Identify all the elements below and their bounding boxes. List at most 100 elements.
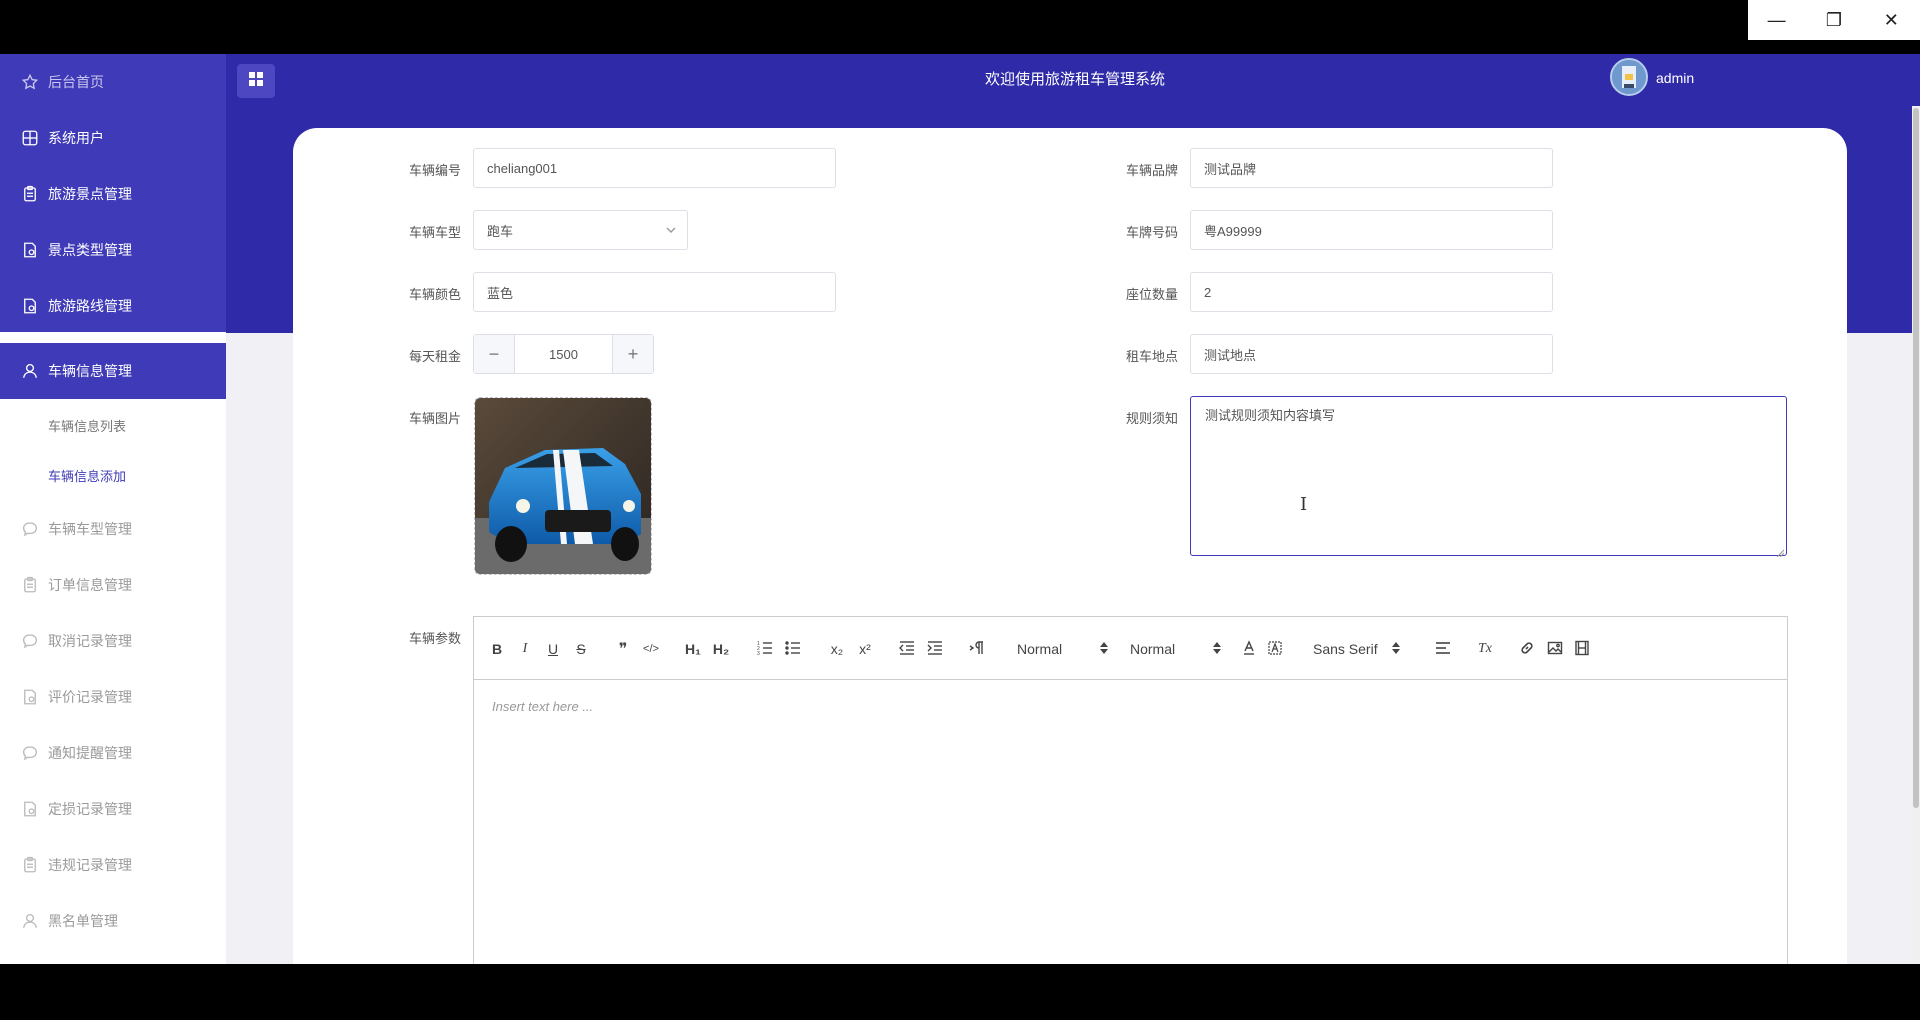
chat-icon [20, 519, 40, 539]
h1-button[interactable]: H₁ [682, 639, 704, 659]
submenu-vehicle-list[interactable]: 车辆信息列表 [48, 416, 126, 435]
input-value: cheliang001 [487, 160, 558, 176]
image-icon [1547, 640, 1563, 659]
scrollbar-thumb[interactable] [1913, 108, 1919, 808]
resize-grip-icon[interactable] [1776, 545, 1785, 558]
header-select[interactable]: Normal [1017, 639, 1109, 659]
rental-location-input[interactable]: 测试地点 [1190, 334, 1553, 374]
paragraph-direction-icon [969, 640, 985, 659]
blockquote-button[interactable]: ❞ [612, 639, 634, 659]
increment-button[interactable]: + [613, 335, 653, 373]
sidebar-item-label: 黑名单管理 [48, 913, 118, 929]
close-window-button[interactable]: ✕ [1863, 0, 1920, 40]
submenu-vehicle-add[interactable]: 车辆信息添加 [48, 466, 126, 485]
sidebar-item-spot-types[interactable]: 景点类型管理 [0, 222, 226, 278]
avatar[interactable] [1610, 58, 1648, 96]
taskbar [0, 964, 1920, 1020]
sidebar-item-routes[interactable]: 旅游路线管理 [0, 278, 226, 334]
restore-button[interactable]: ❐ [1805, 0, 1862, 40]
car-type-select[interactable]: 跑车 [473, 210, 688, 250]
minimize-button[interactable]: — [1748, 0, 1805, 40]
sidebar-item-reviews[interactable]: 评价记录管理 [0, 669, 226, 725]
h2-button[interactable]: H₂ [710, 639, 732, 659]
sidebar-item-label: 定损记录管理 [48, 801, 132, 817]
sidebar-item-label: 后台首页 [48, 74, 104, 90]
app-window: 后台首页 系统用户 旅游景点管理 景点类型管理 旅游路线管理 车辆信息管理 车辆… [0, 54, 1920, 964]
editor-placeholder[interactable]: Insert text here ... [492, 699, 593, 714]
daily-rent-stepper[interactable]: − 1500 + [473, 334, 654, 374]
text-direction-button[interactable] [966, 639, 988, 659]
rules-label: 规则须知 [1125, 411, 1178, 426]
vehicle-image-upload[interactable] [474, 397, 652, 575]
sidebar-item-system-users[interactable]: 系统用户 [0, 110, 226, 166]
italic-button[interactable]: I [514, 639, 536, 659]
vehicle-no-label: 车辆编号 [408, 163, 461, 178]
sidebar-item-label: 车辆车型管理 [48, 521, 132, 537]
sidebar-item-vehicle-types[interactable]: 车辆车型管理 [0, 501, 226, 557]
input-value: 粤A99999 [1204, 223, 1262, 239]
vehicle-no-input[interactable]: cheliang001 [473, 148, 836, 188]
clear-format-button[interactable]: Tx [1474, 639, 1496, 659]
clipboard-icon [20, 855, 40, 875]
svg-text:3: 3 [757, 651, 760, 656]
code-block-button[interactable]: </> [640, 639, 662, 659]
font-color-button[interactable] [1238, 639, 1260, 659]
align-left-icon [1435, 640, 1451, 659]
color-input[interactable]: 蓝色 [473, 272, 836, 312]
car-photo [475, 398, 651, 574]
highlight-icon [1267, 640, 1283, 659]
decrement-button[interactable]: − [474, 335, 514, 373]
sidebar-item-damage-records[interactable]: 定损记录管理 [0, 781, 226, 837]
background-color-button[interactable] [1264, 639, 1286, 659]
sidebar-item-home[interactable]: 后台首页 [0, 54, 226, 110]
sidebar-item-vehicle-info[interactable]: 车辆信息管理 [0, 343, 226, 399]
image-button[interactable] [1544, 639, 1566, 659]
sidebar-item-label: 车辆信息管理 [48, 363, 132, 379]
indent-button[interactable] [924, 639, 946, 659]
brand-input[interactable]: 测试品牌 [1190, 148, 1553, 188]
font-color-icon [1241, 639, 1257, 659]
seats-label: 座位数量 [1125, 287, 1178, 302]
rules-textarea[interactable]: 测试规则须知内容填写 [1190, 396, 1787, 558]
font-family-select[interactable]: Sans Serif [1313, 639, 1413, 659]
clipboard-icon [20, 184, 40, 204]
bullet-list-button[interactable] [782, 639, 804, 659]
underline-button[interactable]: U [542, 639, 564, 659]
superscript-button[interactable]: x² [854, 639, 876, 659]
menu-toggle-button[interactable] [237, 64, 275, 98]
params-label: 车辆参数 [408, 631, 461, 646]
sidebar-item-notifications[interactable]: 通知提醒管理 [0, 725, 226, 781]
size-select[interactable]: Normal [1130, 639, 1222, 659]
sidebar-item-label: 旅游景点管理 [48, 186, 132, 202]
plate-no-input[interactable]: 粤A99999 [1190, 210, 1553, 250]
stepper-value[interactable]: 1500 [514, 335, 613, 373]
strike-button[interactable]: S [570, 639, 592, 659]
link-button[interactable] [1516, 639, 1538, 659]
sidebar-item-violations[interactable]: 违规记录管理 [0, 837, 226, 893]
document-icon [20, 687, 40, 707]
bold-button[interactable]: B [486, 639, 508, 659]
grid-icon [20, 128, 40, 148]
sidebar-item-scenic-spots[interactable]: 旅游景点管理 [0, 166, 226, 222]
align-button[interactable] [1432, 639, 1454, 659]
video-button[interactable] [1571, 639, 1593, 659]
sidebar-item-orders[interactable]: 订单信息管理 [0, 557, 226, 613]
brand-label: 车辆品牌 [1125, 163, 1178, 178]
sidebar-item-label: 景点类型管理 [48, 242, 132, 258]
rich-text-editor[interactable]: B I U S ❞ </> H₁ H₂ 123 x₂ x² Normal Nor… [473, 616, 1788, 964]
sidebar-item-label: 订单信息管理 [48, 577, 132, 593]
user-icon [20, 361, 40, 381]
subscript-button[interactable]: x₂ [826, 639, 848, 659]
sidebar-item-blacklist[interactable]: 黑名单管理 [0, 893, 226, 949]
window-titlebar [0, 0, 1920, 54]
seats-input[interactable]: 2 [1190, 272, 1553, 312]
sidebar-item-label: 通知提醒管理 [48, 745, 132, 761]
user-name[interactable]: admin [1656, 70, 1694, 86]
video-icon [1574, 640, 1590, 659]
sidebar-item-label: 系统用户 [48, 130, 104, 146]
ordered-list-button[interactable]: 123 [754, 639, 776, 659]
sidebar-item-label: 评价记录管理 [48, 689, 132, 705]
sidebar-item-cancellations[interactable]: 取消记录管理 [0, 613, 226, 669]
outdent-button[interactable] [896, 639, 918, 659]
minimize-icon: — [1767, 9, 1786, 30]
